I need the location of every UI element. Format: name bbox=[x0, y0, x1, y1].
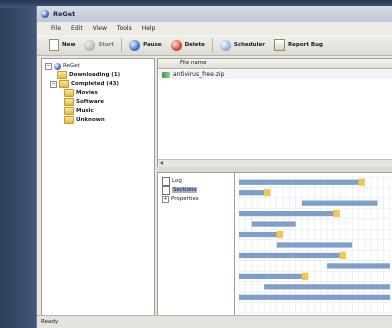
details-tree[interactable]: Log Sections + Properties bbox=[157, 172, 235, 318]
app-globe-icon bbox=[41, 10, 49, 18]
folder-icon bbox=[64, 107, 74, 115]
tree-item-label: Unknown bbox=[76, 117, 105, 123]
folder-icon bbox=[64, 116, 74, 124]
download-arrow-icon bbox=[162, 71, 170, 78]
details-item-sections[interactable]: Sections bbox=[162, 185, 198, 195]
completed-section bbox=[301, 200, 378, 206]
start-icon bbox=[84, 39, 96, 51]
tree-item-label: Movies bbox=[76, 90, 98, 96]
document-icon bbox=[162, 185, 170, 195]
pause-button[interactable]: Pause bbox=[127, 37, 164, 53]
active-section bbox=[264, 189, 271, 197]
menu-bar: File Edit View Tools Help bbox=[37, 22, 392, 35]
active-section bbox=[333, 209, 340, 218]
collapse-icon[interactable]: − bbox=[45, 62, 52, 70]
completed-section bbox=[239, 294, 390, 300]
active-section bbox=[276, 230, 284, 239]
details-item-properties[interactable]: + Properties bbox=[162, 195, 199, 203]
tree-item-downloading[interactable]: Downloading (1) bbox=[57, 71, 120, 79]
new-button[interactable]: New bbox=[47, 37, 77, 53]
active-section bbox=[339, 251, 346, 260]
report-bug-icon bbox=[273, 39, 285, 51]
list-header: File name bbox=[158, 59, 392, 69]
menu-view[interactable]: View bbox=[93, 25, 107, 32]
collapse-icon[interactable]: − bbox=[50, 80, 57, 88]
menu-file[interactable]: File bbox=[51, 25, 61, 32]
scheduler-icon bbox=[219, 39, 231, 51]
download-file-name: antivirus_free.zip bbox=[173, 71, 225, 78]
new-button-label: New bbox=[62, 42, 76, 48]
status-text: Ready bbox=[41, 319, 59, 325]
completed-section bbox=[239, 252, 340, 259]
expand-icon[interactable]: + bbox=[162, 195, 169, 203]
tree-item-music[interactable]: Music bbox=[64, 107, 94, 115]
details-item-label: Sections bbox=[172, 187, 198, 193]
completed-section bbox=[239, 211, 334, 217]
menu-edit[interactable]: Edit bbox=[71, 25, 83, 32]
details-item-log[interactable]: Log bbox=[162, 176, 182, 186]
tree-item-software[interactable]: Software bbox=[64, 98, 104, 106]
delete-button[interactable]: Delete bbox=[169, 37, 207, 53]
completed-section bbox=[251, 221, 296, 227]
details-item-label: Properties bbox=[171, 196, 199, 202]
status-bar: Ready bbox=[37, 315, 392, 328]
download-row[interactable]: antivirus_free.zip bbox=[158, 70, 392, 79]
column-header-file-name[interactable]: File name bbox=[180, 60, 207, 66]
report-bug-button[interactable]: Report Bug bbox=[272, 37, 325, 53]
completed-section bbox=[264, 284, 390, 290]
tree-item-label: Downloading (1) bbox=[69, 72, 121, 78]
tree-item-root[interactable]: − ReGet bbox=[45, 62, 80, 70]
title-bar[interactable]: ReGet bbox=[37, 6, 392, 22]
completed-section bbox=[276, 242, 353, 248]
app-window: ReGet File Edit View Tools Help New Star… bbox=[36, 6, 392, 328]
pause-button-label: Pause bbox=[143, 42, 162, 48]
folder-icon bbox=[64, 89, 74, 97]
document-icon bbox=[162, 176, 170, 186]
active-section bbox=[358, 178, 365, 186]
details-item-label: Log bbox=[172, 178, 182, 184]
tree-item-label: ReGet bbox=[63, 63, 80, 69]
start-button[interactable]: Start bbox=[82, 37, 116, 53]
toolbar-separator bbox=[211, 38, 213, 52]
delete-button-label: Delete bbox=[184, 42, 205, 48]
tree-item-completed[interactable]: − Completed (43) bbox=[50, 80, 119, 88]
folder-icon bbox=[64, 98, 74, 106]
start-button-label: Start bbox=[98, 42, 115, 48]
folder-icon bbox=[57, 71, 67, 79]
new-document-icon bbox=[49, 39, 59, 51]
completed-section bbox=[239, 273, 302, 279]
completed-section bbox=[239, 231, 277, 238]
download-list[interactable]: File name antivirus_free.zip bbox=[157, 58, 392, 168]
tree-item-movies[interactable]: Movies bbox=[64, 89, 98, 97]
sections-map bbox=[234, 172, 392, 318]
pause-icon bbox=[129, 39, 141, 51]
toolbar-separator bbox=[121, 38, 123, 52]
window-title: ReGet bbox=[53, 10, 76, 18]
tree-item-label: Software bbox=[76, 99, 104, 105]
menu-help[interactable]: Help bbox=[142, 25, 156, 32]
horizontal-scrollbar[interactable] bbox=[158, 159, 392, 167]
globe-icon bbox=[54, 62, 61, 70]
folder-tree[interactable]: − ReGet Downloading (1) − Completed (43)… bbox=[41, 58, 155, 318]
delete-icon bbox=[170, 39, 182, 51]
menu-tools[interactable]: Tools bbox=[117, 25, 132, 32]
scheduler-button[interactable]: Scheduler bbox=[218, 37, 267, 53]
active-section bbox=[301, 272, 309, 281]
sections-map-grid bbox=[238, 176, 391, 314]
completed-section bbox=[327, 263, 390, 269]
desktop-background bbox=[0, 0, 36, 328]
scheduler-button-label: Scheduler bbox=[233, 42, 265, 48]
toolbar: New Start Pause Delete Scheduler Report … bbox=[37, 35, 392, 56]
tree-item-label: Completed (43) bbox=[71, 81, 119, 87]
folder-icon bbox=[59, 80, 69, 88]
completed-section bbox=[239, 190, 265, 196]
tree-item-label: Music bbox=[76, 108, 94, 114]
tree-item-unknown[interactable]: Unknown bbox=[64, 116, 105, 124]
completed-section bbox=[239, 179, 359, 185]
report-bug-button-label: Report Bug bbox=[287, 42, 323, 48]
scroll-left-icon[interactable] bbox=[160, 161, 163, 165]
